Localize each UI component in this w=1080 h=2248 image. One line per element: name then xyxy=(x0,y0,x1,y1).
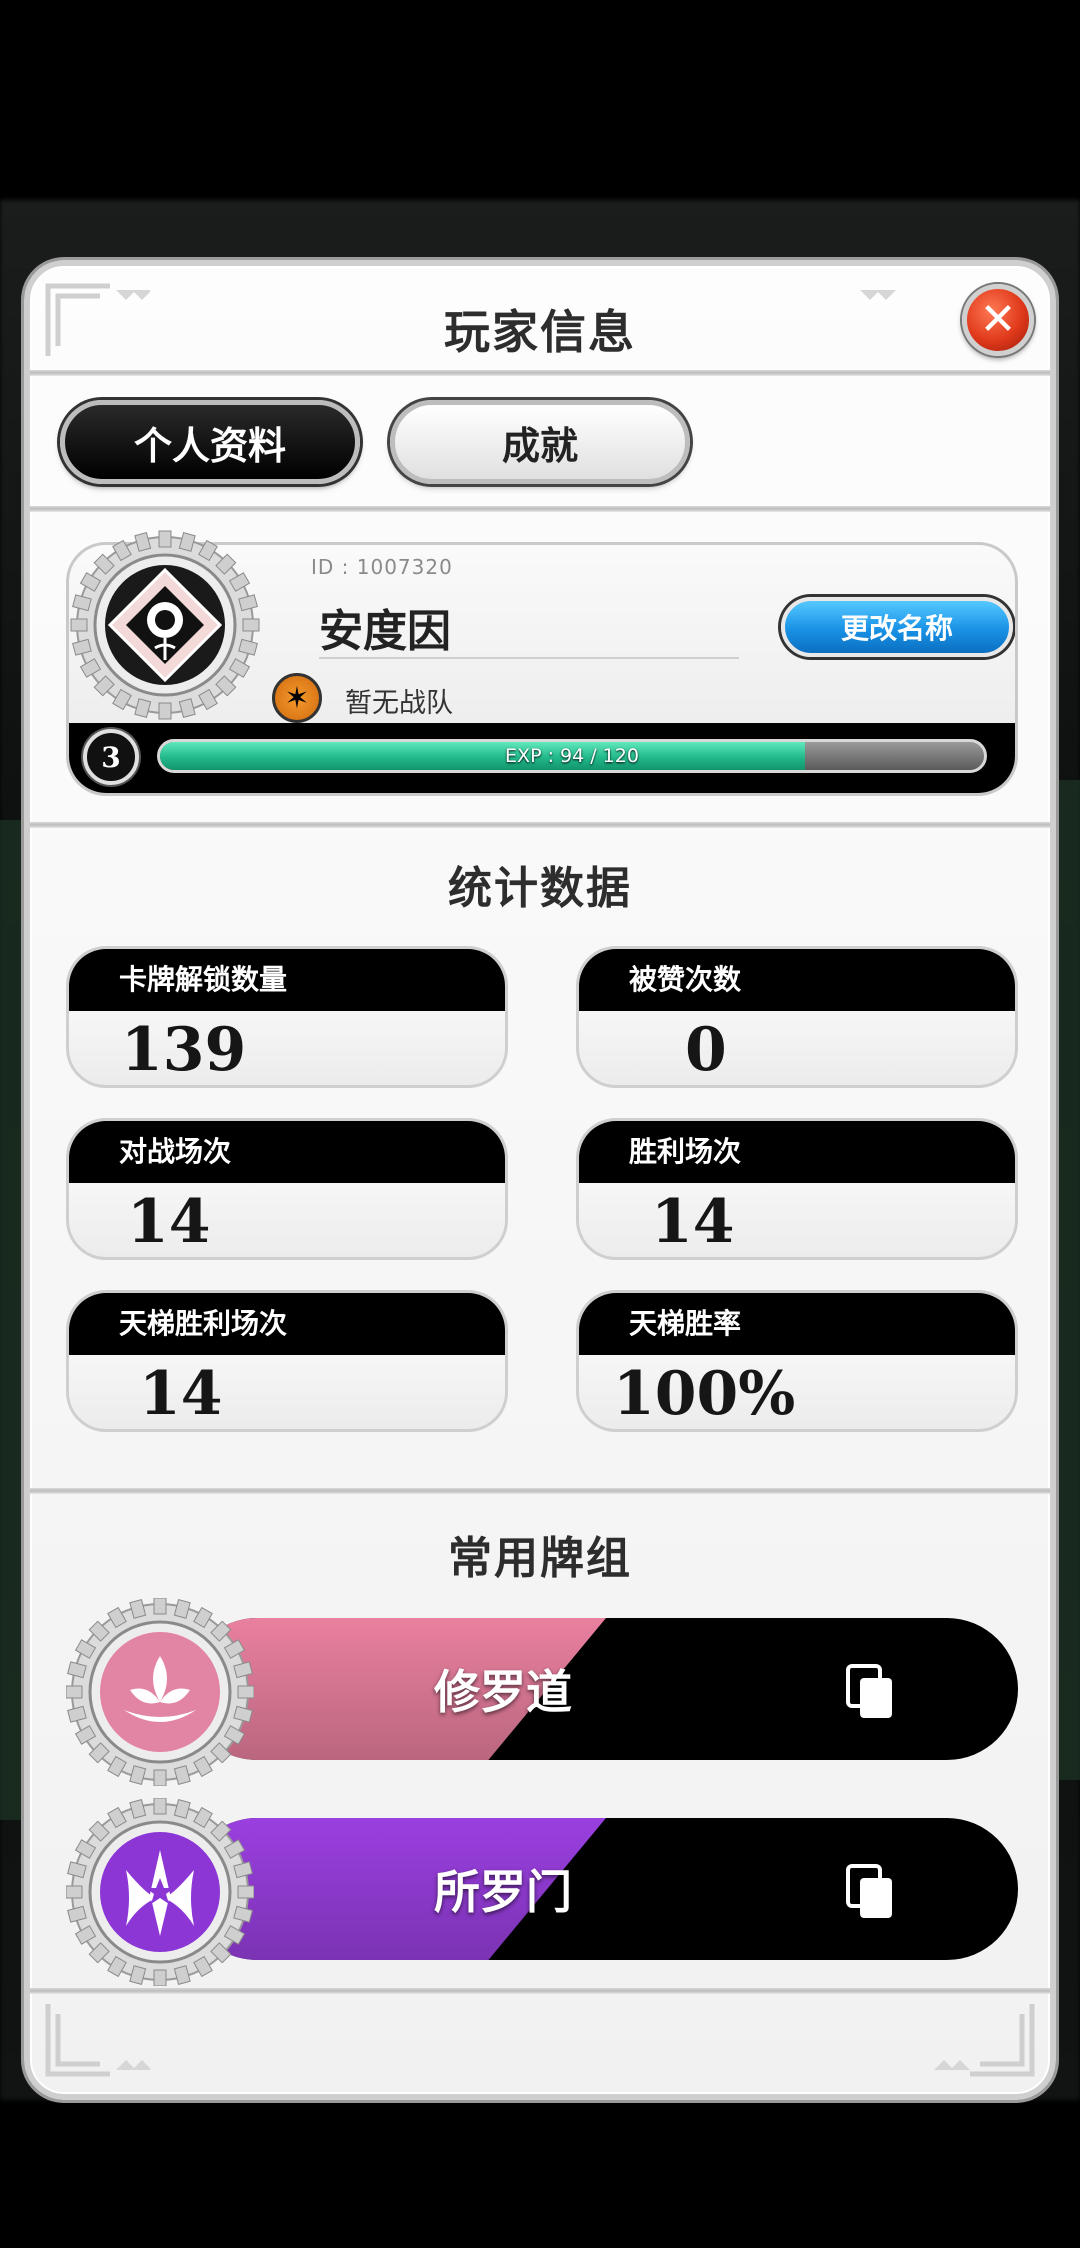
rename-button[interactable]: 更改名称 xyxy=(781,597,1013,657)
tab-profile[interactable]: 个人资料 xyxy=(60,400,360,484)
corner-ornament-icon xyxy=(40,1994,152,2084)
exp-progress-bar: EXP : 94 / 120 xyxy=(157,739,987,773)
stat-label: 被赞次数 xyxy=(579,949,1015,1011)
divider xyxy=(30,1988,1050,1994)
stat-card-battles: 对战场次 14 xyxy=(66,1118,508,1260)
stat-value: 14 xyxy=(139,1359,223,1429)
stat-card-cards-unlocked: 卡牌解锁数量 139 xyxy=(66,946,508,1088)
star-badge-icon: ✶ xyxy=(272,673,322,723)
stats-title: 统计数据 xyxy=(448,863,632,914)
name-underline xyxy=(319,657,739,659)
copy-icon[interactable] xyxy=(846,1664,896,1720)
stat-value: 14 xyxy=(127,1187,211,1257)
close-icon: ✕ xyxy=(979,294,1017,345)
solomon-sigil-icon xyxy=(66,1798,254,1986)
player-name: 安度因 xyxy=(319,606,451,657)
deck-item[interactable]: 修罗道 xyxy=(66,1598,1018,1786)
background-left-edge xyxy=(0,820,24,1820)
stat-card-likes: 被赞次数 0 xyxy=(576,946,1018,1088)
stat-label: 天梯胜利场次 xyxy=(69,1293,505,1355)
stat-label: 卡牌解锁数量 xyxy=(69,949,505,1011)
stat-value: 139 xyxy=(121,1015,247,1085)
deck-name: 所罗门 xyxy=(434,1865,572,1919)
divider xyxy=(30,370,1050,376)
divider xyxy=(30,1488,1050,1494)
stat-label: 天梯胜率 xyxy=(579,1293,1015,1355)
stat-value: 100% xyxy=(613,1359,796,1429)
background-right-edge xyxy=(1056,780,1080,1780)
stat-card-ladder-wins: 天梯胜利场次 14 xyxy=(66,1290,508,1432)
team-label: 暂无战队 xyxy=(345,688,453,719)
copy-icon[interactable] xyxy=(846,1864,896,1920)
stat-card-ladder-winrate: 天梯胜率 100% xyxy=(576,1290,1018,1432)
corner-ornament-icon xyxy=(930,1994,1040,2084)
level-badge: 3 xyxy=(83,729,139,785)
deck-bar[interactable]: 所罗门 xyxy=(186,1818,1018,1960)
deck-item[interactable]: 所罗门 xyxy=(66,1798,1018,1986)
player-id: ID : 1007320 xyxy=(311,555,453,579)
divider xyxy=(30,506,1050,512)
stat-value: 0 xyxy=(685,1015,727,1085)
lotus-icon xyxy=(66,1598,254,1786)
stat-value: 14 xyxy=(651,1187,735,1257)
deck-name: 修罗道 xyxy=(434,1665,572,1719)
divider xyxy=(30,822,1050,828)
rose-emblem-icon xyxy=(70,530,260,720)
exp-text: EXP : 94 / 120 xyxy=(505,745,639,767)
stat-label: 对战场次 xyxy=(69,1121,505,1183)
close-button[interactable]: ✕ xyxy=(962,284,1034,356)
player-info-dialog: 玩家信息 ✕ 个人资料 成就 ID : 1007320 安度因 更改名称 ✶ 暂… xyxy=(24,260,1056,2100)
tab-achievements[interactable]: 成就 xyxy=(390,400,690,484)
decks-title: 常用牌组 xyxy=(448,1533,632,1584)
stat-card-wins: 胜利场次 14 xyxy=(576,1118,1018,1260)
avatar[interactable] xyxy=(70,530,260,720)
stat-label: 胜利场次 xyxy=(579,1121,1015,1183)
deck-bar[interactable]: 修罗道 xyxy=(186,1618,1018,1760)
dialog-title: 玩家信息 xyxy=(444,305,636,359)
